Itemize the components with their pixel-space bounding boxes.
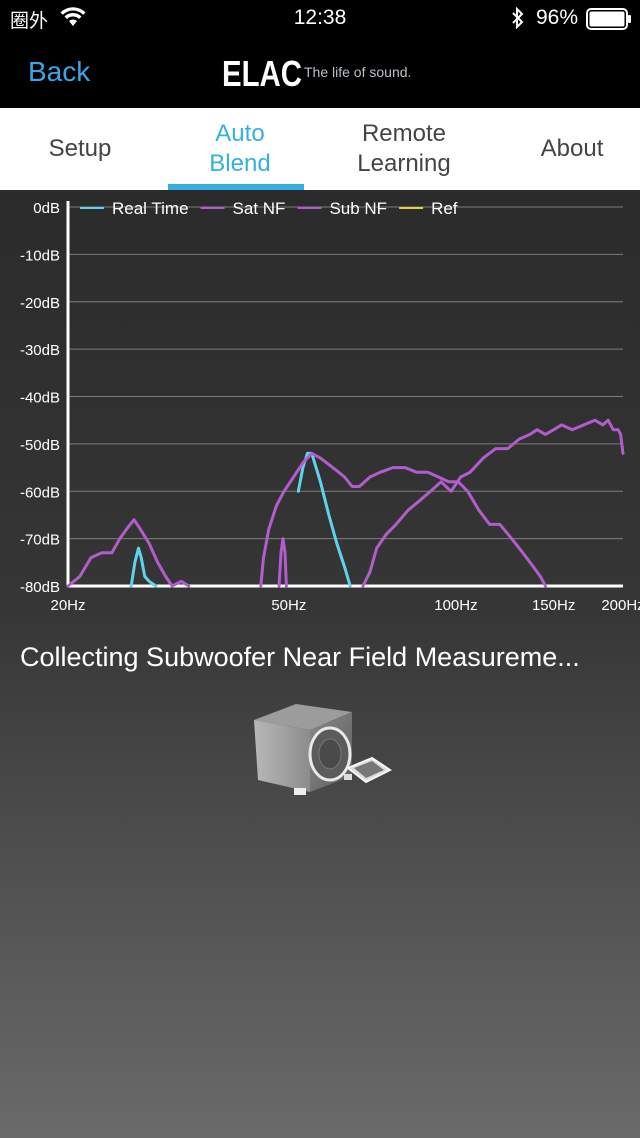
legend-label: Ref [431, 199, 458, 218]
x-tick-label: 100Hz [434, 597, 477, 614]
y-tick-label: 0dB [33, 200, 60, 217]
status-bar: 圈外 12:38 96% [0, 0, 640, 36]
bluetooth-icon [512, 7, 524, 29]
subwoofer-phone-illustration [254, 704, 392, 795]
tab-label-line1: Auto [215, 120, 265, 147]
nav-bar: Back ELAC The life of sound. [0, 36, 640, 108]
series-line-sat-nf [361, 418, 625, 588]
x-tick-label: 50Hz [271, 597, 306, 614]
back-button[interactable]: Back [28, 56, 90, 88]
tab-about[interactable]: About [492, 108, 640, 190]
brand-tagline: The life of sound. [304, 64, 412, 80]
battery-icon [586, 8, 631, 30]
y-tick-label: -20dB [20, 295, 60, 312]
series-line-sub-nf [277, 537, 288, 588]
y-tick-label: -30dB [20, 342, 60, 359]
tab-label-line1: Remote [361, 120, 447, 147]
y-tick-label: -50dB [20, 437, 60, 454]
auto-blend-panel: 0dB -10dB -20dB -30dB -40dB -50dB -60dB -70dB -8… [0, 190, 640, 1138]
x-tick-label: 200Hz [601, 597, 640, 614]
status-message: Collecting Subwoofer Near Field Measurem… [20, 642, 580, 672]
tab-label: Setup [48, 135, 112, 162]
tab-auto-blend[interactable]: Auto Blend [160, 108, 320, 190]
battery-percent: 96% [536, 6, 579, 29]
series-line-sub-nf [259, 451, 547, 588]
tab-label: About [540, 135, 604, 162]
x-tick-label: 150Hz [532, 597, 575, 614]
y-tick-label: -70dB [20, 532, 60, 549]
series-line-sub-nf [66, 518, 191, 588]
tab-bar: Setup Auto Blend Remote Learning About [0, 108, 640, 190]
x-tick-label: 20Hz [50, 597, 85, 614]
legend-label: Sub NF [329, 199, 387, 218]
tab-remote-learning[interactable]: Remote Learning [324, 108, 484, 190]
tab-setup[interactable]: Setup [0, 108, 160, 190]
elac-logo: ELAC [222, 54, 302, 90]
frequency-response-chart: 0dB -10dB -20dB -30dB -40dB -50dB -60dB -70dB -8… [20, 199, 640, 614]
y-tick-label: -10dB [20, 247, 60, 264]
y-tick-label: -80dB [20, 579, 60, 596]
y-tick-label: -60dB [20, 484, 60, 501]
tab-label-line2: Blend [209, 150, 271, 177]
tab-label-line2: Learning [357, 150, 451, 177]
legend-label: Real Time [112, 199, 189, 218]
series-line-real-time [296, 451, 352, 588]
legend-label: Sat NF [233, 199, 286, 218]
y-tick-label: -40dB [20, 390, 60, 407]
brand-name: ELAC [222, 54, 302, 90]
